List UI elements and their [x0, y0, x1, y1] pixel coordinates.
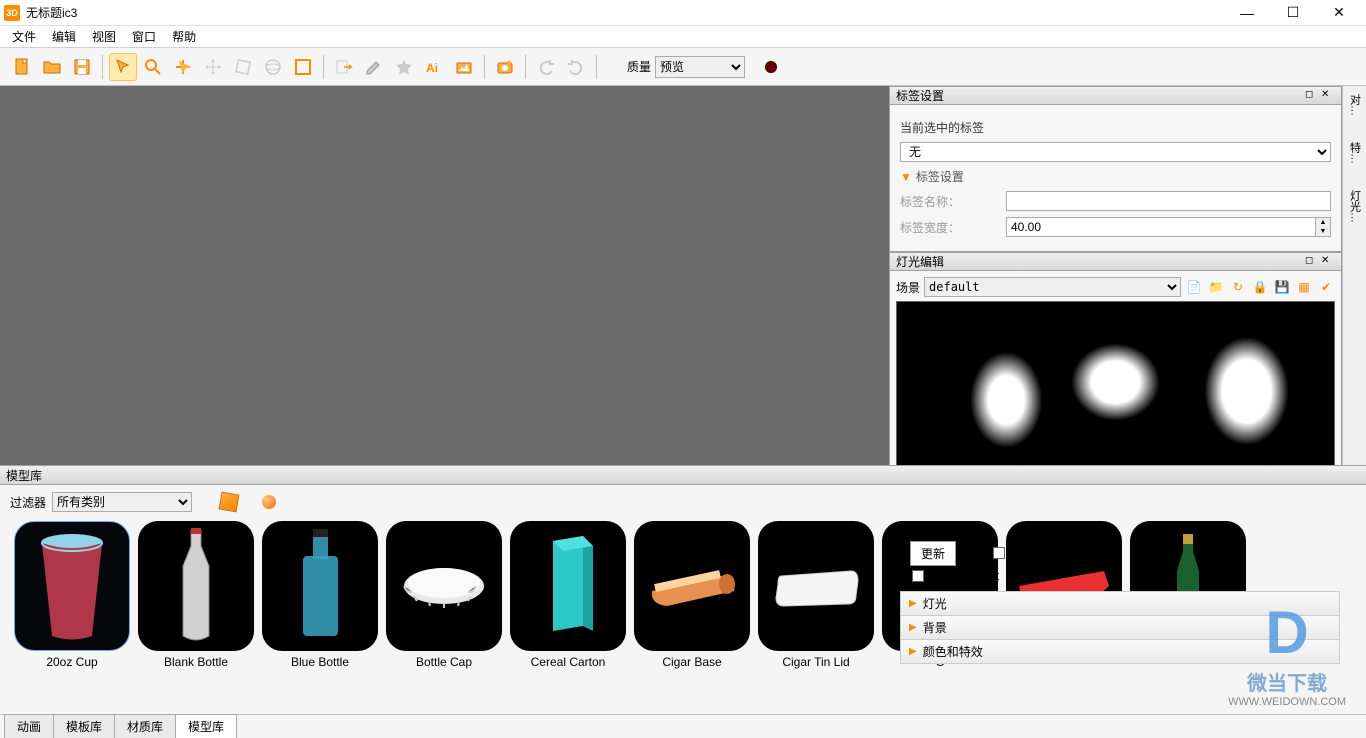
3d-viewport[interactable] [0, 86, 889, 465]
redo-button[interactable] [562, 53, 590, 81]
side-tab-1[interactable]: 对… [1345, 90, 1365, 120]
accordion-light[interactable]: ▶灯光 [900, 591, 1340, 616]
light-editor-panel-header[interactable]: 灯光编辑 ◻ ✕ [889, 252, 1342, 271]
import-button[interactable] [330, 53, 358, 81]
label-width-spinner[interactable]: ▲▼ [1315, 217, 1331, 237]
label-width-input[interactable] [1006, 217, 1315, 237]
save-scene-icon[interactable]: 💾 [1273, 278, 1291, 296]
model-library-title: 模型库 [6, 467, 42, 484]
main-toolbar: Ai 质量 预览 [0, 48, 1366, 86]
ai-text-button[interactable]: Ai [420, 53, 448, 81]
label-settings-section[interactable]: ▼标签设置 [900, 168, 1331, 185]
model-card-cereal-carton[interactable]: Cereal Carton [510, 521, 626, 681]
menu-window[interactable]: 窗口 [124, 26, 164, 47]
camera-button[interactable] [491, 53, 519, 81]
label-width-label: 标签宽度： [900, 219, 1000, 236]
scene-select[interactable]: default [924, 277, 1181, 297]
tab-model-library[interactable]: 模型库 [175, 714, 237, 738]
quality-label: 质量 [627, 58, 651, 75]
label-settings-panel-body: 当前选中的标签 无 ▼标签设置 标签名称： 标签宽度： ▲▼ [889, 105, 1342, 252]
new-file-button[interactable] [8, 53, 36, 81]
model-card-cigar-base[interactable]: Cigar Base [634, 521, 750, 681]
cube-icon[interactable] [219, 492, 240, 513]
bottom-tab-strip: 动画 模板库 材质库 模型库 [0, 714, 1366, 738]
interact-checkbox-row[interactable]: 交 [993, 544, 1021, 561]
close-panel-icon[interactable]: ✕ [1321, 89, 1335, 103]
menu-file[interactable]: 文件 [4, 26, 44, 47]
tab-material-library[interactable]: 材质库 [114, 714, 176, 738]
dock-icon[interactable]: ◻ [1305, 89, 1319, 103]
frame-tool-button[interactable] [289, 53, 317, 81]
quality-select[interactable]: 预览 [655, 56, 745, 78]
menu-view[interactable]: 视图 [84, 26, 124, 47]
light-accordion: ▶灯光 ▶背景 ▶颜色和特效 [900, 591, 1340, 663]
pan-tool-button[interactable] [169, 53, 197, 81]
tab-template-library[interactable]: 模板库 [53, 714, 115, 738]
orbit-tool-button[interactable] [259, 53, 287, 81]
apply-scene-icon[interactable]: ✔ [1317, 278, 1335, 296]
minimize-button[interactable]: — [1224, 0, 1270, 26]
save-file-button[interactable] [68, 53, 96, 81]
undo-button[interactable] [532, 53, 560, 81]
update-button[interactable]: 更新 [910, 541, 956, 566]
model-card-20oz-cup[interactable]: 20oz Cup [14, 521, 130, 681]
light-editor-title: 灯光编辑 [896, 253, 944, 270]
select-tool-button[interactable] [109, 53, 137, 81]
accordion-background[interactable]: ▶背景 [900, 615, 1340, 640]
tab-animation[interactable]: 动画 [4, 714, 54, 738]
dock-icon[interactable]: ◻ [1305, 255, 1319, 269]
menu-help[interactable]: 帮助 [164, 26, 204, 47]
close-button[interactable]: ✕ [1316, 0, 1362, 26]
lock-scene-icon[interactable]: 🔒 [1251, 278, 1269, 296]
export-scene-icon[interactable]: ▦ [1295, 278, 1313, 296]
menu-edit[interactable]: 编辑 [44, 26, 84, 47]
light-hdri-preview[interactable] [896, 301, 1335, 465]
app-logo-icon: 3D [4, 5, 20, 21]
scene-button[interactable] [450, 53, 478, 81]
model-card-blank-bottle[interactable]: Blank Bottle [138, 521, 254, 681]
scene-label: 场景 [896, 279, 920, 296]
filter-row: 过滤器 所有类别 [0, 485, 1366, 519]
new-scene-icon[interactable]: 📄 [1185, 278, 1203, 296]
current-label-select[interactable]: 无 [900, 142, 1331, 162]
model-card-blue-bottle[interactable]: Blue Bottle [262, 521, 378, 681]
maximize-button[interactable]: ☐ [1270, 0, 1316, 26]
svg-text:Ai: Ai [426, 61, 438, 75]
move-tool-button[interactable] [199, 53, 227, 81]
open-file-button[interactable] [38, 53, 66, 81]
rotate-tool-button[interactable] [229, 53, 257, 81]
render-status-led [765, 61, 777, 73]
model-card-bottle-cap[interactable]: Bottle Cap [386, 521, 502, 681]
close-panel-icon[interactable]: ✕ [1321, 255, 1335, 269]
filter-select[interactable]: 所有类别 [52, 492, 192, 512]
window-title: 无标题ic3 [26, 4, 1224, 21]
star-button[interactable] [390, 53, 418, 81]
model-card-cigar-tin-lid[interactable]: Cigar Tin Lid [758, 521, 874, 681]
current-label-label: 当前选中的标签 [900, 119, 1000, 136]
label-name-input[interactable] [1006, 191, 1331, 211]
side-tab-3[interactable]: 灯光… [1345, 186, 1365, 227]
label-settings-title: 标签设置 [896, 87, 944, 104]
refresh-scene-icon[interactable]: ↻ [1229, 278, 1247, 296]
menubar: 文件 编辑 视图 窗口 帮助 [0, 26, 1366, 48]
label-name-label: 标签名称： [900, 193, 1000, 210]
sphere-icon[interactable] [262, 495, 276, 509]
filter-label: 过滤器 [10, 494, 46, 511]
titlebar: 3D 无标题ic3 — ☐ ✕ [0, 0, 1366, 26]
zoom-tool-button[interactable] [139, 53, 167, 81]
side-tab-2[interactable]: 特… [1345, 138, 1365, 168]
side-tab-strip: 对… 特… 灯光… [1342, 86, 1366, 465]
accordion-color-fx[interactable]: ▶颜色和特效 [900, 639, 1340, 664]
label-settings-panel-header[interactable]: 标签设置 ◻ ✕ [889, 86, 1342, 105]
lock-light-checkbox-row[interactable]: Lock light [912, 569, 1000, 583]
light-editor-panel-body: 场景 default 📄 📁 ↻ 🔒 💾 ▦ ✔ [889, 271, 1342, 465]
edit-button[interactable] [360, 53, 388, 81]
open-scene-icon[interactable]: 📁 [1207, 278, 1225, 296]
model-library-header[interactable]: 模型库 [0, 465, 1366, 485]
